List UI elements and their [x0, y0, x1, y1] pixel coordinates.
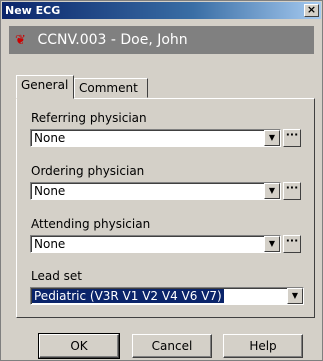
patient-header: ❦ CCNV.003 - Doe, John: [9, 26, 314, 54]
ordering-dropdown-button[interactable]: ▼: [264, 183, 280, 199]
referring-physician-value: None: [34, 131, 66, 145]
close-button[interactable]: ×: [304, 4, 319, 17]
help-button[interactable]: Help: [223, 334, 303, 358]
cancel-button[interactable]: Cancel: [132, 334, 212, 358]
tab-comment[interactable]: Comment: [74, 78, 148, 98]
attending-dropdown-button[interactable]: ▼: [264, 236, 280, 252]
ordering-browse-button[interactable]: ···: [283, 182, 301, 200]
close-icon: ×: [306, 3, 317, 16]
chevron-down-icon: ▼: [268, 133, 276, 142]
tab-comment-label: Comment: [79, 81, 138, 95]
new-ecg-dialog: New ECG × ❦ CCNV.003 - Doe, John General…: [0, 0, 323, 361]
lead-set-value: Pediatric (V3R V1 V2 V4 V6 V7): [32, 289, 224, 303]
chevron-down-icon: ▼: [291, 291, 299, 300]
tab-general[interactable]: General: [16, 75, 74, 99]
title-bar: New ECG ×: [2, 2, 321, 19]
ordering-physician-label: Ordering physician: [31, 164, 145, 178]
referring-physician-label: Referring physician: [31, 111, 147, 125]
lead-set-label: Lead set: [31, 269, 82, 283]
lead-set-select[interactable]: Pediatric (V3R V1 V2 V4 V6 V7) ▼: [30, 287, 304, 305]
ecg-heart-icon: ❦: [15, 33, 26, 48]
ellipsis-icon: ···: [285, 234, 299, 247]
lead-set-dropdown-button[interactable]: ▼: [287, 288, 303, 304]
tab-general-label: General: [21, 78, 69, 92]
patient-text: CCNV.003 - Doe, John: [37, 32, 188, 48]
attending-physician-label: Attending physician: [31, 217, 151, 231]
ordering-physician-value: None: [34, 184, 66, 198]
ellipsis-icon: ···: [285, 181, 299, 194]
ordering-physician-select[interactable]: None ▼: [30, 182, 281, 200]
ellipsis-icon: ···: [285, 128, 299, 141]
referring-browse-button[interactable]: ···: [283, 129, 301, 147]
window-title: New ECG: [5, 4, 61, 17]
chevron-down-icon: ▼: [268, 239, 276, 248]
attending-physician-select[interactable]: None ▼: [30, 235, 281, 253]
referring-dropdown-button[interactable]: ▼: [264, 130, 280, 146]
ok-button[interactable]: OK: [38, 333, 120, 359]
chevron-down-icon: ▼: [268, 186, 276, 195]
referring-physician-select[interactable]: None ▼: [30, 129, 281, 147]
attending-browse-button[interactable]: ···: [283, 235, 301, 253]
attending-physician-value: None: [34, 237, 66, 251]
general-tab-panel: Referring physician None ▼ ··· Ordering …: [16, 98, 315, 318]
